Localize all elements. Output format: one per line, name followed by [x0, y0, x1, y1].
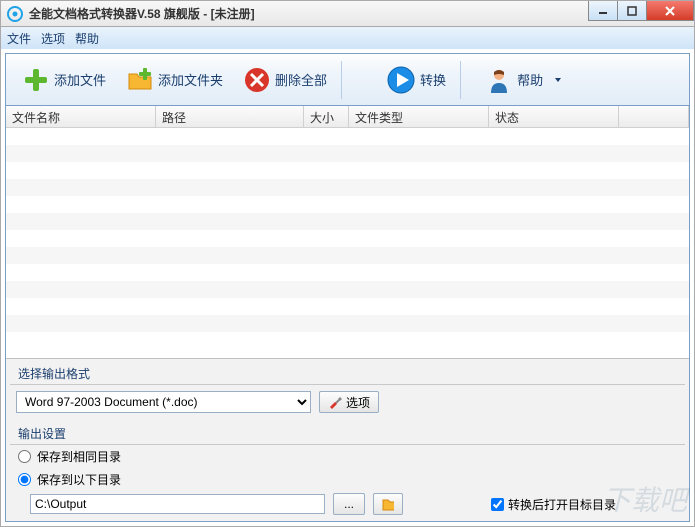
table-row: [6, 128, 689, 145]
window-title: 全能文档格式转换器V.58 旗舰版 - [未注册]: [29, 5, 255, 22]
format-options-label: 选项: [346, 394, 370, 411]
folder-icon: [382, 497, 394, 511]
plus-icon: [22, 66, 50, 94]
output-path-input[interactable]: [30, 494, 325, 514]
open-after-checkbox[interactable]: [491, 498, 504, 511]
file-table: 文件名称 路径 大小 文件类型 状态: [6, 106, 689, 359]
browse-button[interactable]: ...: [333, 493, 365, 515]
help-label: 帮助: [517, 70, 543, 89]
col-size[interactable]: 大小: [304, 106, 349, 127]
table-body[interactable]: [6, 128, 689, 356]
col-name[interactable]: 文件名称: [6, 106, 156, 127]
convert-label: 转换: [420, 70, 446, 89]
open-after-label: 转换后打开目标目录: [508, 496, 616, 513]
table-row: [6, 179, 689, 196]
minimize-button[interactable]: [588, 1, 618, 21]
format-select[interactable]: Word 97-2003 Document (*.doc): [16, 391, 311, 413]
menu-options[interactable]: 选项: [41, 30, 65, 47]
tools-icon: [328, 395, 342, 409]
add-folder-button[interactable]: 添加文件夹: [116, 59, 233, 101]
format-row: Word 97-2003 Document (*.doc) 选项: [6, 385, 689, 419]
radio-below-dir[interactable]: [18, 473, 31, 486]
toolbar: 添加文件 添加文件夹 删除全部 转换 帮助: [6, 54, 689, 106]
ellipsis-icon: ...: [344, 497, 354, 511]
close-button[interactable]: [646, 1, 694, 21]
output-path-row: ... 转换后打开目标目录: [6, 491, 689, 521]
table-row: [6, 196, 689, 213]
radio-same-dir-row: 保存到相同目录: [6, 445, 689, 468]
open-folder-button[interactable]: [373, 493, 403, 515]
col-path[interactable]: 路径: [156, 106, 304, 127]
add-file-button[interactable]: 添加文件: [12, 59, 116, 101]
table-row: [6, 298, 689, 315]
col-spacer: [619, 106, 689, 127]
window-controls: [589, 1, 694, 21]
toolbar-separator-2: [460, 61, 461, 99]
table-row: [6, 264, 689, 281]
menubar: 文件 选项 帮助: [0, 27, 695, 49]
table-row: [6, 213, 689, 230]
table-row: [6, 162, 689, 179]
table-row: [6, 332, 689, 349]
col-type[interactable]: 文件类型: [349, 106, 489, 127]
maximize-button[interactable]: [617, 1, 647, 21]
table-header: 文件名称 路径 大小 文件类型 状态: [6, 106, 689, 128]
table-row: [6, 247, 689, 264]
radio-below-dir-label: 保存到以下目录: [37, 471, 121, 488]
output-section-label: 输出设置: [10, 419, 685, 445]
help-person-icon: [485, 66, 513, 94]
app-icon: [7, 6, 23, 22]
convert-button[interactable]: 转换: [376, 59, 456, 101]
titlebar: 全能文档格式转换器V.58 旗舰版 - [未注册]: [0, 0, 695, 27]
menu-help[interactable]: 帮助: [75, 30, 99, 47]
add-folder-label: 添加文件夹: [158, 70, 223, 89]
delete-all-label: 删除全部: [275, 70, 327, 89]
format-section-label: 选择输出格式: [10, 359, 685, 385]
radio-same-dir[interactable]: [18, 450, 31, 463]
delete-icon: [243, 66, 271, 94]
chevron-down-icon: [555, 78, 561, 82]
table-row: [6, 281, 689, 298]
folder-plus-icon: [126, 66, 154, 94]
table-row: [6, 145, 689, 162]
delete-all-button[interactable]: 删除全部: [233, 59, 337, 101]
help-button[interactable]: 帮助: [475, 59, 571, 101]
table-row: [6, 230, 689, 247]
col-status[interactable]: 状态: [489, 106, 619, 127]
format-options-button[interactable]: 选项: [319, 391, 379, 413]
add-file-label: 添加文件: [54, 70, 106, 89]
radio-same-dir-label: 保存到相同目录: [37, 448, 121, 465]
toolbar-separator: [341, 61, 342, 99]
menu-file[interactable]: 文件: [7, 30, 31, 47]
open-after-row: 转换后打开目标目录: [491, 496, 616, 513]
radio-below-dir-row: 保存到以下目录: [6, 468, 689, 491]
play-icon: [386, 65, 416, 95]
table-row: [6, 315, 689, 332]
